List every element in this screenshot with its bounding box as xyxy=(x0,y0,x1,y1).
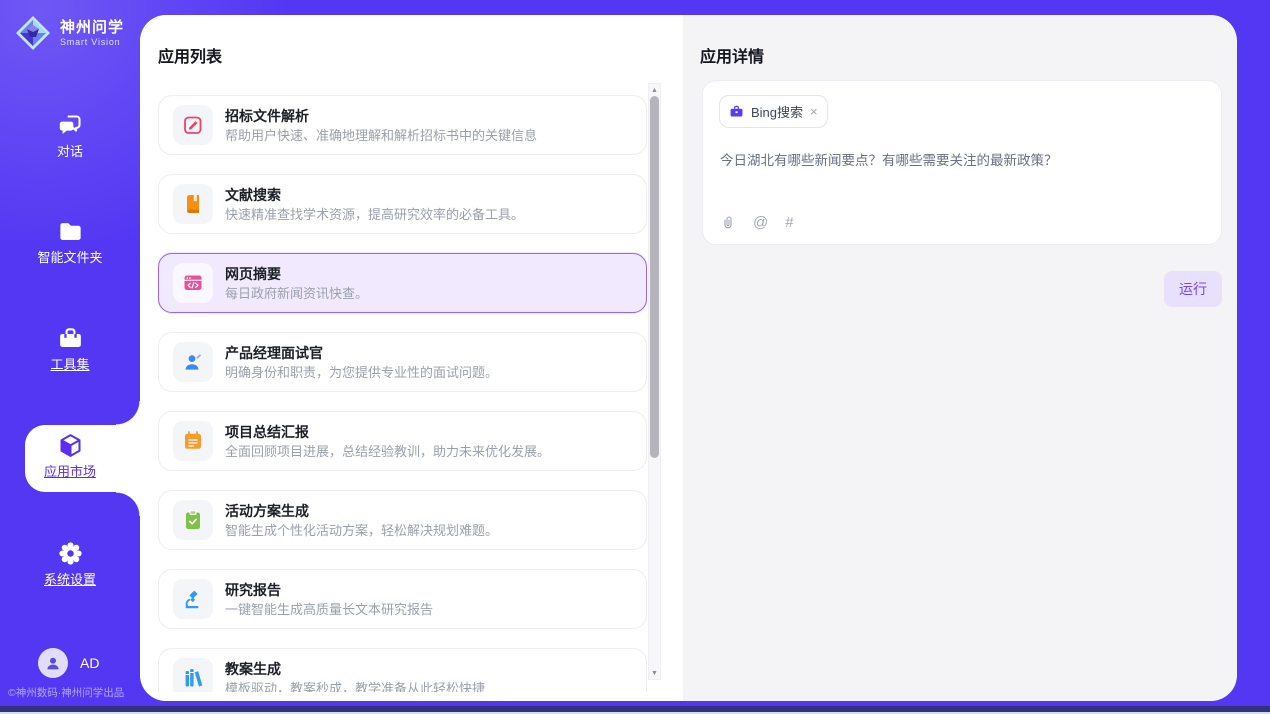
app-card-title: 活动方案生成 xyxy=(225,503,498,519)
app-card-title: 产品经理面试官 xyxy=(225,345,498,361)
app-card-research-report[interactable]: 研究报告 一键智能生成高质量长文本研究报告 xyxy=(158,569,647,629)
topic-hash-icon[interactable]: # xyxy=(785,214,793,231)
app-card-desc: 智能生成个性化活动方案，轻松解决规划难题。 xyxy=(225,523,498,538)
sidebar-item-label: 系统设置 xyxy=(44,573,96,587)
sidebar-item-app-market[interactable]: 应用市场 xyxy=(0,432,140,479)
sidebar-item-label: 工具集 xyxy=(50,358,89,372)
bottom-bar xyxy=(0,706,1270,712)
app-detail-title: 应用详情 xyxy=(700,43,764,67)
cube-icon xyxy=(57,432,84,459)
scrollbar-down-arrow[interactable]: ▼ xyxy=(649,667,660,679)
app-card-title: 教案生成 xyxy=(225,661,485,677)
user-account[interactable]: AD xyxy=(38,648,99,678)
app-card-pm-interviewer[interactable]: 产品经理面试官 明确身份和职责，为您提供专业性的面试问题。 xyxy=(158,332,647,392)
app-list-title: 应用列表 xyxy=(158,43,222,67)
microscope-icon xyxy=(173,579,213,619)
books-icon xyxy=(173,658,213,692)
briefcase-icon xyxy=(729,104,744,119)
scrollbar-thumb[interactable] xyxy=(650,96,659,458)
brand-subtitle: Smart Vision xyxy=(60,37,124,48)
mention-at-icon[interactable]: @ xyxy=(753,214,768,231)
sidebar: 神州问学 Smart Vision 对话 智能文件夹 xyxy=(0,0,140,712)
scrollbar[interactable]: ▲ ▼ xyxy=(648,83,661,680)
app-card-title: 文献搜索 xyxy=(225,187,524,203)
browser-code-icon xyxy=(173,263,213,303)
app-card-title: 招标文件解析 xyxy=(225,108,537,124)
app-card-desc: 明确身份和职责，为您提供专业性的面试问题。 xyxy=(225,365,498,380)
avatar xyxy=(38,648,68,678)
app-card-bid-analysis[interactable]: 招标文件解析 帮助用户快速、准确地理解和解析招标书中的关键信息 xyxy=(158,95,647,155)
app-card-literature-search[interactable]: 文献搜索 快速精准查找学术资源，提高研究效率的必备工具。 xyxy=(158,174,647,234)
toolbox-icon xyxy=(57,325,84,352)
app-card-desc: 模板驱动，教案秒成，教学准备从此轻松快捷 xyxy=(225,681,485,693)
active-nav-curve-bottom xyxy=(116,492,140,516)
sidebar-item-settings[interactable]: 系统设置 xyxy=(0,540,140,587)
app-card-desc: 快速精准查找学术资源，提高研究效率的必备工具。 xyxy=(225,207,524,222)
chat-bubbles-icon xyxy=(57,112,84,139)
app-detail-panel: 应用详情 Bing搜索 × 今日湖北有哪些新闻要点？有哪些需要关注的最新政策？ xyxy=(683,15,1237,701)
scrollbar-up-arrow[interactable]: ▲ xyxy=(649,84,660,96)
app-card-desc: 全面回顾项目进展，总结经验教训，助力未来优化发展。 xyxy=(225,444,550,459)
gem-logo-icon xyxy=(14,14,52,52)
app-card-title: 研究报告 xyxy=(225,582,433,598)
copyright-footer: ©神州数码·神州问学出品 xyxy=(8,685,142,700)
app-card-title: 项目总结汇报 xyxy=(225,424,550,440)
app-card-event-plan[interactable]: 活动方案生成 智能生成个性化活动方案，轻松解决规划难题。 xyxy=(158,490,647,550)
user-initials: AD xyxy=(80,655,99,671)
sidebar-item-label: 智能文件夹 xyxy=(37,251,102,265)
run-button[interactable]: 运行 xyxy=(1164,271,1222,307)
clipboard-check-icon xyxy=(173,500,213,540)
app-card-desc: 每日政府新闻资讯快查。 xyxy=(225,286,368,301)
sidebar-item-smart-folder[interactable]: 智能文件夹 xyxy=(0,218,140,265)
app-card-desc: 一键智能生成高质量长文本研究报告 xyxy=(225,602,433,617)
sidebar-item-chat[interactable]: 对话 xyxy=(0,112,140,159)
gear-icon xyxy=(57,540,84,567)
book-icon xyxy=(173,184,213,224)
app-card-lesson-plan[interactable]: 教案生成 模板驱动，教案秒成，教学准备从此轻松快捷 xyxy=(158,648,647,692)
attachment-paperclip-icon[interactable] xyxy=(720,214,736,231)
app-card-desc: 帮助用户快速、准确地理解和解析招标书中的关键信息 xyxy=(225,128,537,143)
brand-name: 神州问学 xyxy=(60,19,124,37)
prompt-composer[interactable]: Bing搜索 × 今日湖北有哪些新闻要点？有哪些需要关注的最新政策？ @ # xyxy=(702,80,1222,245)
app-card-web-summary[interactable]: 网页摘要 每日政府新闻资讯快查。 xyxy=(158,253,647,313)
calendar-note-icon xyxy=(173,421,213,461)
app-list-panel: 应用列表 招标文件解析 帮助用户快速、准确地理解和解析招标书中的关键信息 xyxy=(140,15,683,701)
sidebar-item-label: 对话 xyxy=(57,145,83,159)
interviewer-person-icon xyxy=(173,342,213,382)
prompt-text-input[interactable]: 今日湖北有哪些新闻要点？有哪些需要关注的最新政策？ xyxy=(720,151,1205,170)
sidebar-item-toolset[interactable]: 工具集 xyxy=(0,325,140,372)
tool-tag-bing-search[interactable]: Bing搜索 × xyxy=(719,95,828,128)
edit-document-icon xyxy=(173,105,213,145)
brand-logo: 神州问学 Smart Vision xyxy=(14,14,124,52)
active-nav-curve-top xyxy=(116,401,140,425)
app-list: 招标文件解析 帮助用户快速、准确地理解和解析招标书中的关键信息 文献搜索 快速精… xyxy=(158,95,647,692)
main-content: 应用列表 招标文件解析 帮助用户快速、准确地理解和解析招标书中的关键信息 xyxy=(140,15,1237,701)
folder-icon xyxy=(57,218,84,245)
app-card-title: 网页摘要 xyxy=(225,266,368,282)
app-card-project-summary[interactable]: 项目总结汇报 全面回顾项目进展，总结经验教训，助力未来优化发展。 xyxy=(158,411,647,471)
sidebar-item-label: 应用市场 xyxy=(44,465,96,479)
tag-close-icon[interactable]: × xyxy=(810,106,818,118)
tool-tag-label: Bing搜索 xyxy=(751,102,803,121)
